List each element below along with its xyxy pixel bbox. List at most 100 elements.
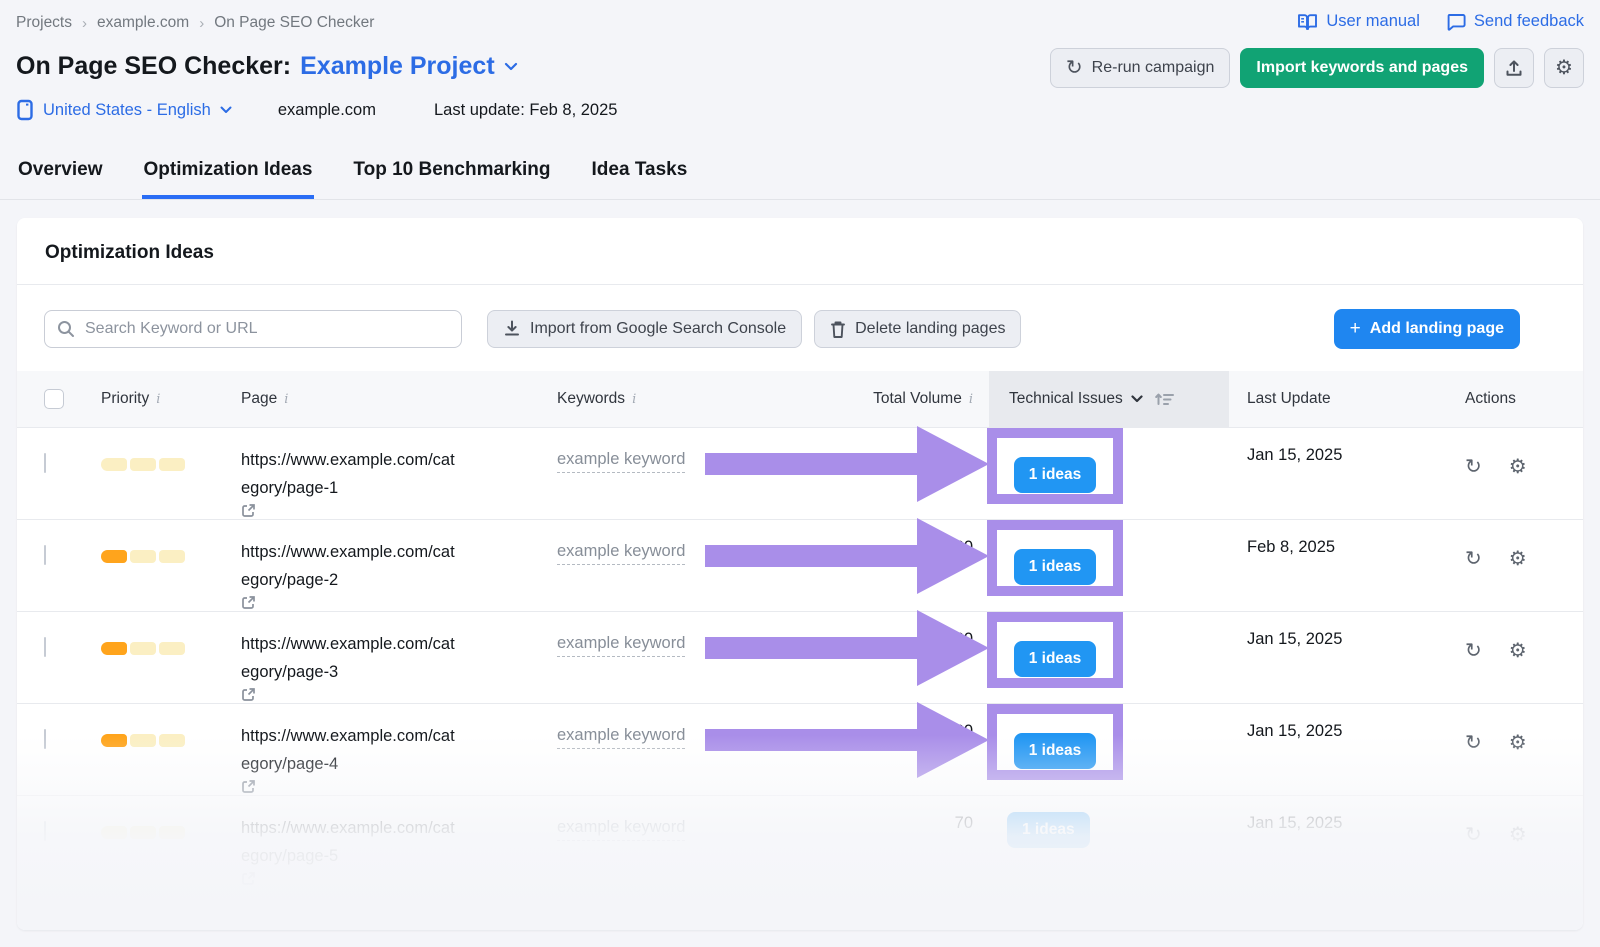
gear-icon[interactable]: ⚙ bbox=[1509, 814, 1527, 845]
annotation-frame: 1 ideas bbox=[987, 520, 1123, 596]
table-row: https://www.example.com/category/page-4 … bbox=[17, 703, 1583, 795]
table-row: https://www.example.com/category/page-3 … bbox=[17, 611, 1583, 703]
column-total-volume[interactable]: Total Volumei bbox=[809, 371, 989, 427]
priority-bar bbox=[101, 722, 241, 747]
last-update-value: Jan 15, 2025 bbox=[1229, 612, 1429, 703]
last-update-label: Last update: Feb 8, 2025 bbox=[434, 101, 617, 120]
plus-icon: + bbox=[1350, 318, 1361, 340]
send-feedback-link[interactable]: Send feedback bbox=[1446, 12, 1584, 31]
breadcrumb-current: On Page SEO Checker bbox=[214, 14, 374, 32]
ideas-button[interactable]: 1 ideas bbox=[1014, 549, 1097, 585]
last-update-value: Jan 15, 2025 bbox=[1229, 796, 1429, 887]
add-landing-page-label: Add landing page bbox=[1370, 320, 1504, 338]
locale-selector[interactable]: United States - English bbox=[16, 99, 232, 121]
refresh-icon[interactable]: ↻ bbox=[1465, 538, 1482, 569]
info-icon[interactable]: i bbox=[284, 392, 288, 407]
keyword-link[interactable]: example keyword bbox=[557, 446, 685, 473]
table-row: https://www.example.com/category/page-5 … bbox=[17, 795, 1583, 887]
refresh-icon[interactable]: ↻ bbox=[1465, 814, 1482, 845]
page-url[interactable]: https://www.example.com/category/page-1 bbox=[241, 446, 533, 518]
export-button[interactable] bbox=[1494, 48, 1534, 88]
info-icon[interactable]: i bbox=[632, 392, 636, 407]
locale-label: United States - English bbox=[43, 101, 211, 120]
book-icon bbox=[1297, 13, 1318, 31]
ideas-button[interactable]: 1 ideas bbox=[1007, 812, 1090, 848]
column-keywords[interactable]: Keywordsi bbox=[557, 371, 809, 427]
breadcrumb-domain[interactable]: example.com bbox=[97, 14, 189, 32]
column-priority[interactable]: Priorityi bbox=[101, 371, 241, 427]
optimization-ideas-panel: Optimization Ideas Import from Google Se… bbox=[17, 218, 1583, 930]
gear-icon[interactable]: ⚙ bbox=[1509, 538, 1527, 569]
user-manual-link[interactable]: User manual bbox=[1297, 12, 1420, 31]
priority-bar bbox=[101, 814, 241, 839]
search-box[interactable] bbox=[44, 310, 462, 348]
project-selector[interactable]: Example Project bbox=[300, 52, 495, 81]
import-keywords-button[interactable]: Import keywords and pages bbox=[1240, 48, 1484, 88]
locale-icon bbox=[16, 99, 34, 121]
priority-bar bbox=[101, 630, 241, 655]
import-keywords-label: Import keywords and pages bbox=[1256, 59, 1468, 77]
column-last-update[interactable]: Last Update bbox=[1229, 371, 1429, 427]
row-checkbox[interactable] bbox=[44, 637, 46, 657]
external-link-icon[interactable] bbox=[241, 503, 533, 518]
import-gsc-button[interactable]: Import from Google Search Console bbox=[487, 310, 802, 348]
delete-landing-pages-button[interactable]: Delete landing pages bbox=[814, 310, 1021, 348]
add-landing-page-button[interactable]: + Add landing page bbox=[1334, 309, 1520, 349]
total-volume: 20 bbox=[809, 612, 989, 703]
rerun-campaign-label: Re-run campaign bbox=[1092, 59, 1215, 77]
import-gsc-label: Import from Google Search Console bbox=[530, 320, 786, 338]
rerun-campaign-button[interactable]: ↻ Re-run campaign bbox=[1050, 48, 1231, 88]
row-checkbox[interactable] bbox=[44, 545, 46, 565]
column-page[interactable]: Pagei bbox=[241, 371, 557, 427]
tab-top10-benchmarking[interactable]: Top 10 Benchmarking bbox=[351, 151, 552, 199]
page-url[interactable]: https://www.example.com/category/page-2 bbox=[241, 538, 533, 610]
breadcrumb-projects[interactable]: Projects bbox=[16, 14, 72, 32]
panel-title: Optimization Ideas bbox=[17, 218, 1583, 285]
info-icon[interactable]: i bbox=[969, 392, 973, 407]
external-link-icon[interactable] bbox=[241, 595, 533, 610]
refresh-icon[interactable]: ↻ bbox=[1465, 446, 1482, 477]
refresh-icon[interactable]: ↻ bbox=[1465, 630, 1482, 661]
keyword-link[interactable]: example keyword bbox=[557, 814, 685, 841]
page-url[interactable]: https://www.example.com/category/page-3 bbox=[241, 630, 533, 702]
row-checkbox[interactable] bbox=[44, 821, 46, 841]
download-icon bbox=[503, 320, 521, 339]
refresh-icon[interactable]: ↻ bbox=[1465, 722, 1482, 753]
external-link-icon[interactable] bbox=[241, 871, 533, 886]
sort-order-icon[interactable] bbox=[1155, 392, 1175, 406]
page-url[interactable]: https://www.example.com/category/page-4 bbox=[241, 722, 533, 794]
column-technical-issues[interactable]: Technical Issues bbox=[989, 371, 1229, 427]
ideas-button[interactable]: 1 ideas bbox=[1014, 641, 1097, 677]
main-tabs: Overview Optimization Ideas Top 10 Bench… bbox=[0, 151, 1600, 200]
keyword-link[interactable]: example keyword bbox=[557, 630, 685, 657]
row-checkbox[interactable] bbox=[44, 729, 46, 749]
external-link-icon[interactable] bbox=[241, 779, 533, 794]
tab-idea-tasks[interactable]: Idea Tasks bbox=[590, 151, 690, 199]
select-all-checkbox[interactable] bbox=[44, 389, 64, 409]
search-icon bbox=[57, 320, 75, 338]
annotation-frame: 1 ideas bbox=[987, 428, 1123, 504]
annotation-frame: 1 ideas bbox=[987, 612, 1123, 688]
chevron-down-icon bbox=[220, 106, 232, 114]
tab-overview[interactable]: Overview bbox=[16, 151, 105, 199]
table-row: https://www.example.com/category/page-1 … bbox=[17, 427, 1583, 519]
chevron-down-icon[interactable] bbox=[504, 62, 518, 71]
breadcrumb-separator: › bbox=[82, 15, 87, 32]
page-url[interactable]: https://www.example.com/category/page-5 bbox=[241, 814, 533, 886]
tab-optimization-ideas[interactable]: Optimization Ideas bbox=[142, 151, 315, 199]
total-volume bbox=[809, 428, 989, 519]
keyword-link[interactable]: example keyword bbox=[557, 722, 685, 749]
keyword-link[interactable]: example keyword bbox=[557, 538, 685, 565]
gear-icon[interactable]: ⚙ bbox=[1509, 630, 1527, 661]
settings-button[interactable]: ⚙ bbox=[1544, 48, 1584, 88]
chevron-down-icon[interactable] bbox=[1131, 395, 1143, 403]
info-icon[interactable]: i bbox=[156, 392, 160, 407]
delete-landing-pages-label: Delete landing pages bbox=[855, 320, 1005, 338]
gear-icon[interactable]: ⚙ bbox=[1509, 722, 1527, 753]
ideas-button[interactable]: 1 ideas bbox=[1014, 457, 1097, 493]
gear-icon[interactable]: ⚙ bbox=[1509, 446, 1527, 477]
search-input[interactable] bbox=[85, 320, 449, 338]
external-link-icon[interactable] bbox=[241, 687, 533, 702]
ideas-button[interactable]: 1 ideas bbox=[1014, 733, 1097, 769]
row-checkbox[interactable] bbox=[44, 453, 46, 473]
